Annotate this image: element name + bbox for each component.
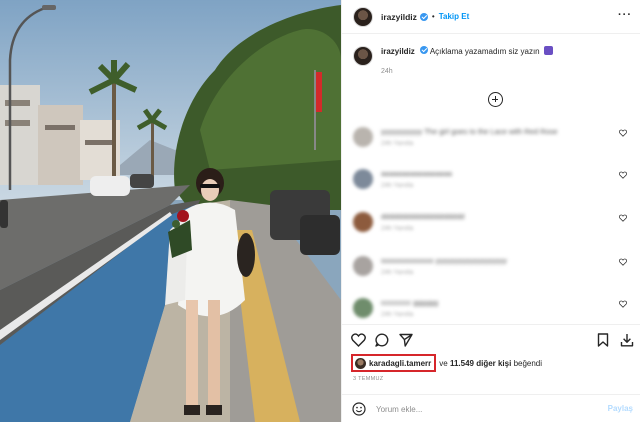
likes-prefix: ve <box>439 358 448 368</box>
caption-text: Açıklama yazamadım siz yazın <box>429 47 540 56</box>
bookmark-icon[interactable] <box>597 333 609 347</box>
comment-text: cccccccc gggggg <box>381 298 439 307</box>
comment-bar: Paylaş <box>342 394 640 422</box>
comment-meta: 24h Yanıtla <box>381 140 414 147</box>
comment-avatar[interactable] <box>353 212 373 232</box>
comment-text: yyyyyyyyyyy The girl goes to the Lace wi… <box>381 127 558 136</box>
comment-item: dddddddddddddddddddd 24h Yanıtla <box>353 210 640 246</box>
post-comment-button[interactable]: Paylaş <box>608 404 633 413</box>
comment-item: ssssssssssssss yyyyyyyyyyyyyyyyyyy 24h Y… <box>353 254 640 290</box>
comment-text: ssssssssssssss yyyyyyyyyyyyyyyyyyy <box>381 256 507 265</box>
comment-item: aaaaaaaaaaaaaaaaa 24h Yanıtla <box>353 167 640 203</box>
post-actions <box>342 324 640 354</box>
post-details-panel: irazyildiz • Takip Et ··· irazyildiz Açı… <box>341 0 640 422</box>
likes-summary: karadagli.tamerr ve 11.549 diğer kişi be… <box>351 354 542 372</box>
purple-emoji-icon <box>543 46 553 55</box>
heart-icon[interactable] <box>619 214 627 222</box>
likes-count[interactable]: 11.549 diğer kişi <box>450 359 511 368</box>
comment-avatar[interactable] <box>353 256 373 276</box>
comment-meta: 24h Yanıtla <box>381 182 414 189</box>
post-date: 3 TEMMUZ <box>353 376 384 382</box>
comment-avatar[interactable] <box>353 169 373 189</box>
comment-meta: 24h Yanıtla <box>381 269 414 276</box>
post-caption: irazyildiz Açıklama yazamadım siz yazın … <box>353 46 553 78</box>
caption-username[interactable]: irazyildiz <box>381 47 415 56</box>
comment-input[interactable] <box>376 403 596 415</box>
heart-icon[interactable] <box>619 171 627 179</box>
share-icon[interactable] <box>399 333 413 347</box>
comment-avatar[interactable] <box>353 127 373 147</box>
caption-time: 24h <box>381 68 393 75</box>
liker-username[interactable]: karadagli.tamerr <box>369 359 431 368</box>
highlighted-liker[interactable]: karadagli.tamerr <box>351 354 437 372</box>
comment-text: aaaaaaaaaaaaaaaaa <box>381 169 452 178</box>
photo-image <box>0 0 341 422</box>
heart-icon[interactable] <box>351 333 366 347</box>
likes-text: ve 11.549 diğer kişi beğendi <box>439 359 542 368</box>
plus-icon[interactable] <box>488 92 503 107</box>
heart-icon[interactable] <box>619 300 627 308</box>
follow-button[interactable]: Takip Et <box>439 12 470 21</box>
smile-icon[interactable] <box>352 402 366 416</box>
author-username[interactable]: irazyildiz <box>381 12 417 22</box>
heart-icon[interactable] <box>619 129 627 137</box>
download-icon[interactable] <box>620 333 634 347</box>
likes-suffix: beğendi <box>513 358 543 368</box>
heart-icon[interactable] <box>619 258 627 266</box>
comment-icon[interactable] <box>375 333 389 347</box>
post-header: irazyildiz • Takip Et ··· <box>342 0 640 34</box>
post-viewer: irazyildiz • Takip Et ··· irazyildiz Açı… <box>0 0 640 422</box>
comment-meta: 24h Yanıtla <box>381 225 414 232</box>
author-avatar[interactable] <box>353 6 373 27</box>
verified-icon <box>419 12 428 21</box>
verified-icon <box>420 46 429 54</box>
comment-text: dddddddddddddddddddd <box>381 212 465 221</box>
separator-dot: • <box>431 12 435 21</box>
comment-meta: 24h Yanıtla <box>381 311 414 318</box>
comment-avatar[interactable] <box>353 298 373 318</box>
post-photo[interactable] <box>0 0 341 422</box>
caption-avatar[interactable] <box>353 46 373 66</box>
liker-avatar <box>355 357 366 369</box>
comment-item: yyyyyyyyyyy The girl goes to the Lace wi… <box>353 125 640 161</box>
more-icon[interactable]: ··· <box>618 9 632 21</box>
